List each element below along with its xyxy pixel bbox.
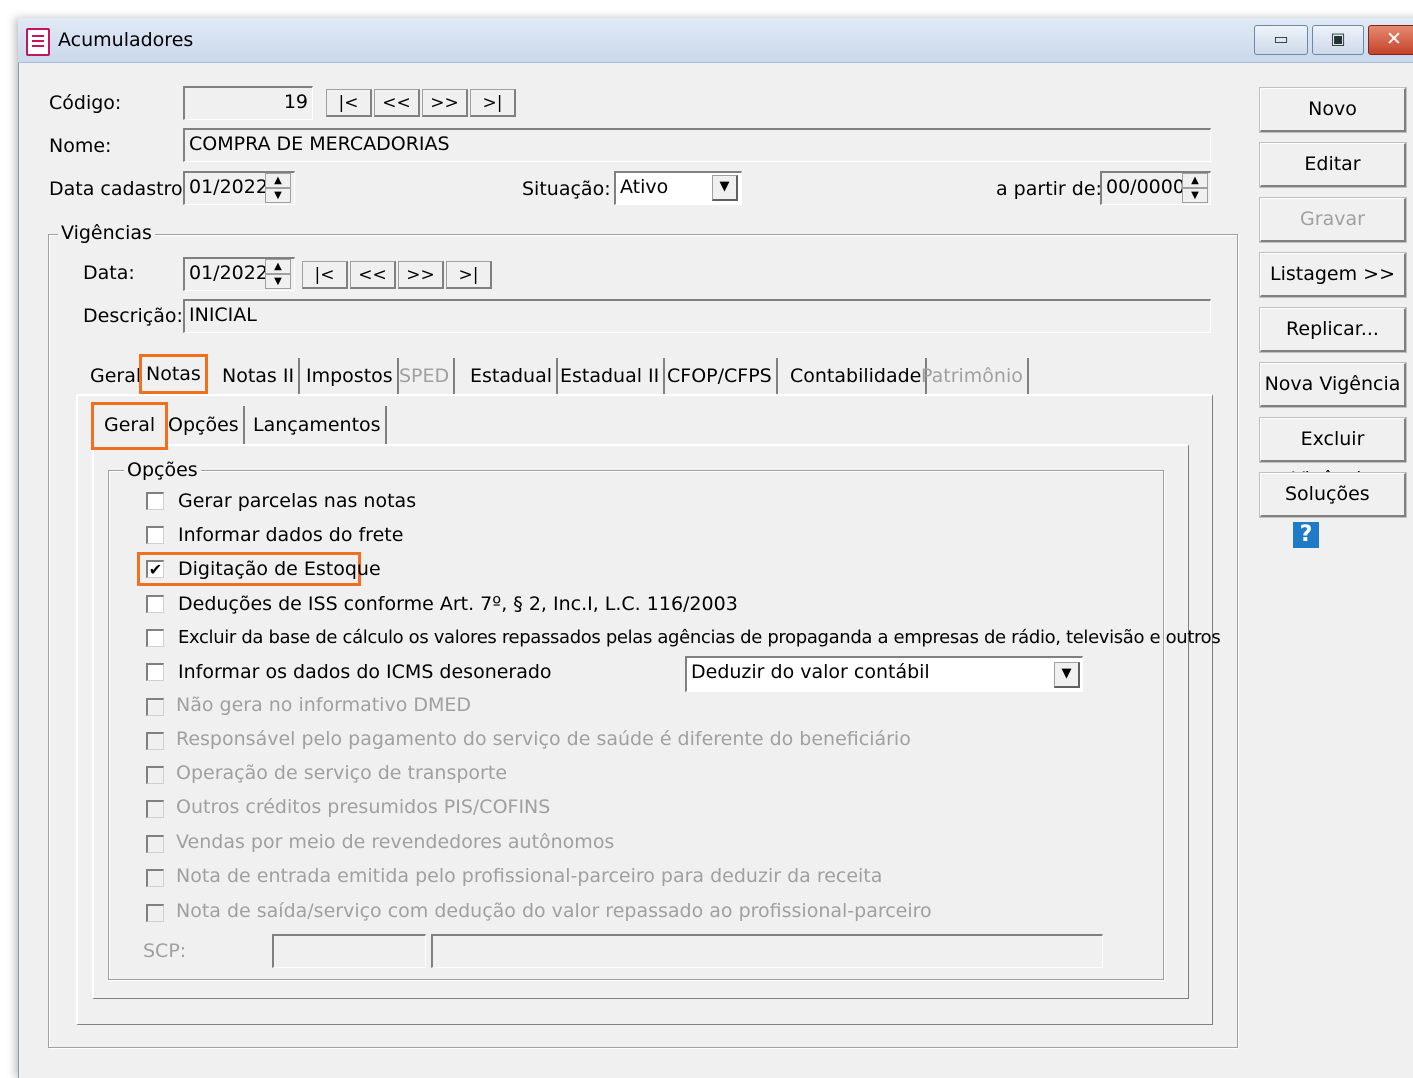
situacao-label: Situação: bbox=[522, 178, 611, 200]
deducoes-iss-label: Deduções de ISS conforme Art. 7º, § 2, I… bbox=[178, 593, 738, 615]
a-partir-spinner[interactable]: ▲ ▼ bbox=[1182, 173, 1208, 203]
checkbox-gerar-parcelas[interactable] bbox=[146, 492, 164, 510]
title-bar bbox=[18, 18, 1413, 63]
servico-transporte-label: Operação de serviço de transporte bbox=[176, 762, 508, 784]
outros-creditos-label: Outros créditos presumidos PIS/COFINS bbox=[176, 796, 551, 818]
spin-down-icon[interactable]: ▼ bbox=[265, 274, 291, 289]
tab-contabilidade[interactable]: Contabilidade bbox=[786, 358, 928, 394]
tab-cfop-cfps[interactable]: CFOP/CFPS bbox=[663, 358, 778, 394]
checkbox-icms-desonerado[interactable] bbox=[146, 663, 164, 681]
vigencias-group-label: Vigências bbox=[58, 222, 155, 244]
nome-label: Nome: bbox=[49, 135, 112, 157]
codigo-label: Código: bbox=[49, 92, 122, 114]
document-icon bbox=[26, 28, 50, 56]
a-partir-label: a partir de: bbox=[996, 178, 1102, 200]
gerar-parcelas-label: Gerar parcelas nas notas bbox=[178, 490, 417, 512]
checkbox-nota-saida-parceiro bbox=[146, 904, 164, 922]
vigencia-data-spinner[interactable]: ▲ ▼ bbox=[265, 259, 291, 289]
data-cadastro-spinner[interactable]: ▲ ▼ bbox=[265, 173, 291, 203]
checkbox-digitacao-estoque[interactable]: ✔ bbox=[146, 560, 164, 578]
subtab-geral[interactable]: Geral bbox=[91, 402, 169, 450]
codigo-field[interactable]: 19 bbox=[183, 86, 313, 120]
checkbox-deducoes-iss[interactable] bbox=[146, 595, 164, 613]
maximize-button[interactable]: ▣ bbox=[1312, 25, 1364, 55]
vigencia-nav-prev-button[interactable]: << bbox=[350, 261, 396, 289]
spin-down-icon[interactable]: ▼ bbox=[1182, 188, 1208, 203]
tab-geral[interactable]: Geral bbox=[86, 358, 148, 394]
nota-saida-parceiro-label: Nota de saída/serviço com dedução do val… bbox=[176, 900, 932, 922]
tab-sped[interactable]: SPED bbox=[395, 358, 456, 394]
spin-up-icon[interactable]: ▲ bbox=[265, 259, 291, 274]
nota-entrada-parceiro-label: Nota de entrada emitida pelo profissiona… bbox=[176, 865, 883, 887]
data-cadastro-label: Data cadastro: bbox=[49, 178, 189, 200]
tab-patrimonio[interactable]: Patrimônio bbox=[917, 358, 1029, 394]
vigencia-nav-last-button[interactable]: >| bbox=[446, 261, 492, 289]
scp-description-field bbox=[431, 934, 1103, 968]
checkbox-outros-creditos bbox=[146, 800, 164, 818]
spin-up-icon[interactable]: ▲ bbox=[265, 173, 291, 188]
excluir-base-label: Excluir da base de cálculo os valores re… bbox=[178, 627, 1221, 648]
nome-field[interactable]: COMPRA DE MERCADORIAS bbox=[183, 128, 1211, 162]
tab-notas-ii[interactable]: Notas II bbox=[218, 358, 301, 394]
informar-frete-label: Informar dados do frete bbox=[178, 524, 404, 546]
chevron-down-icon[interactable]: ▼ bbox=[1054, 662, 1080, 688]
tab-estadual[interactable]: Estadual bbox=[466, 358, 559, 394]
checkbox-responsavel-saude bbox=[146, 732, 164, 750]
solucoes-button[interactable]: Soluções ? bbox=[1259, 472, 1407, 548]
scp-label: SCP: bbox=[143, 940, 187, 962]
window-title: Acumuladores bbox=[58, 29, 194, 51]
dmed-label: Não gera no informativo DMED bbox=[176, 694, 472, 716]
nav-prev-button[interactable]: << bbox=[374, 89, 420, 117]
tab-impostos[interactable]: Impostos bbox=[302, 358, 399, 394]
responsavel-saude-label: Responsável pelo pagamento do serviço de… bbox=[176, 728, 911, 750]
checkbox-excluir-base[interactable] bbox=[146, 629, 164, 647]
chevron-down-icon[interactable]: ▼ bbox=[712, 175, 738, 201]
nav-first-button[interactable]: |< bbox=[326, 89, 372, 117]
tab-notas[interactable]: Notas bbox=[139, 354, 208, 394]
excluir-vigencia-button[interactable]: Excluir Vigência bbox=[1259, 417, 1407, 490]
listagem-button[interactable]: Listagem >> bbox=[1259, 252, 1407, 298]
solucoes-label: Soluções bbox=[1285, 483, 1370, 505]
icms-desonerado-label: Informar os dados do ICMS desonerado bbox=[178, 661, 552, 683]
opcoes-group-label: Opções bbox=[124, 459, 201, 481]
spin-down-icon[interactable]: ▼ bbox=[265, 188, 291, 203]
digitacao-estoque-label: Digitação de Estoque bbox=[178, 558, 381, 580]
revendedores-label: Vendas por meio de revendedores autônomo… bbox=[176, 831, 615, 853]
editar-button[interactable]: Editar bbox=[1259, 142, 1407, 188]
checkbox-revendedores bbox=[146, 835, 164, 853]
nav-next-button[interactable]: >> bbox=[422, 89, 468, 117]
descricao-field[interactable]: INICIAL bbox=[183, 299, 1211, 333]
checkbox-informar-frete[interactable] bbox=[146, 526, 164, 544]
checkbox-servico-transporte bbox=[146, 766, 164, 784]
help-icon: ? bbox=[1293, 521, 1319, 548]
descricao-label: Descrição: bbox=[83, 305, 183, 327]
vigencia-nav-next-button[interactable]: >> bbox=[398, 261, 444, 289]
novo-button[interactable]: Novo bbox=[1259, 87, 1407, 133]
nova-vigencia-button[interactable]: Nova Vigência bbox=[1259, 362, 1407, 408]
checkbox-dmed bbox=[146, 698, 164, 716]
icms-desonerado-select[interactable]: Deduzir do valor contábil bbox=[685, 656, 1083, 692]
gravar-button[interactable]: Gravar bbox=[1259, 197, 1407, 243]
nav-last-button[interactable]: >| bbox=[470, 89, 516, 117]
subtab-opcoes[interactable]: Opções bbox=[164, 406, 245, 444]
close-button[interactable]: ✕ bbox=[1368, 25, 1413, 55]
minimize-button[interactable]: ▭ bbox=[1254, 25, 1308, 55]
scp-code-field bbox=[272, 934, 426, 968]
spin-up-icon[interactable]: ▲ bbox=[1182, 173, 1208, 188]
subtab-lancamentos[interactable]: Lançamentos bbox=[249, 406, 387, 444]
replicar-button[interactable]: Replicar... bbox=[1259, 307, 1407, 353]
vigencia-nav-first-button[interactable]: |< bbox=[302, 261, 348, 289]
checkbox-nota-entrada-parceiro bbox=[146, 869, 164, 887]
tab-estadual-ii[interactable]: Estadual II bbox=[556, 358, 666, 394]
vigencia-data-label: Data: bbox=[83, 262, 135, 284]
